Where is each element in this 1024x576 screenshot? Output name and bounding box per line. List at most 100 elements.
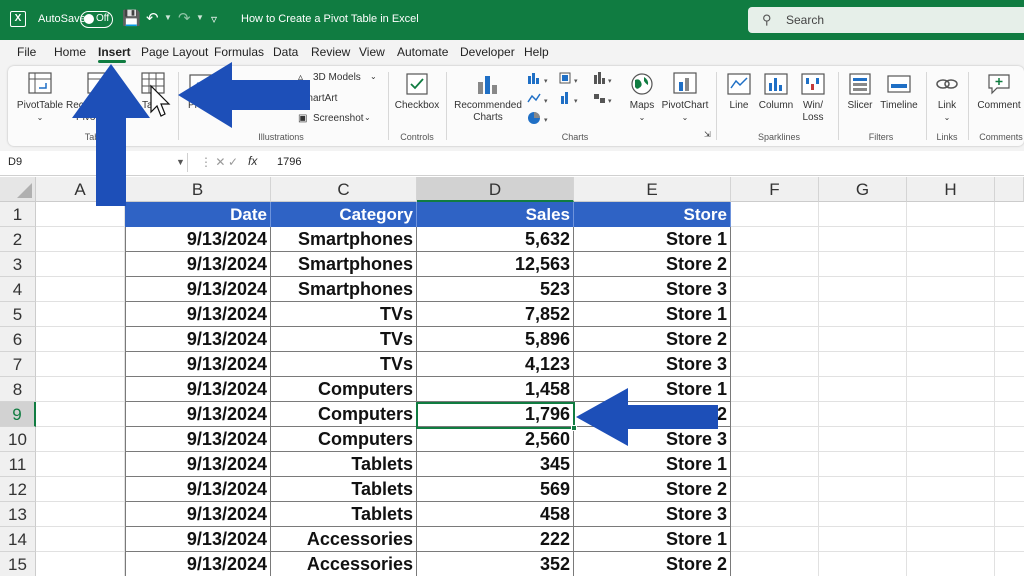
insert-function-button[interactable]: fx xyxy=(248,154,257,168)
table-cell-date[interactable]: 9/13/2024 xyxy=(125,427,271,452)
formula-input[interactable]: 1796 xyxy=(277,156,301,168)
table-cell-store[interactable]: Store 1 xyxy=(574,377,731,402)
table-cell-sales[interactable]: 2,560 xyxy=(417,427,574,452)
column-header-e[interactable]: E xyxy=(574,177,731,202)
table-cell-date[interactable]: 9/13/2024 xyxy=(125,527,271,552)
name-box[interactable]: D9 xyxy=(0,153,188,172)
name-box-dropdown-icon[interactable]: ▼ xyxy=(176,157,185,167)
table-cell-sales[interactable]: 1,796 xyxy=(417,402,574,427)
table-cell-category[interactable]: Accessories xyxy=(271,552,417,576)
table-cell-category[interactable]: Tablets xyxy=(271,477,417,502)
table-cell-category[interactable]: Computers xyxy=(271,377,417,402)
table-cell-category[interactable]: Smartphones xyxy=(271,252,417,277)
table-header-store[interactable]: Store xyxy=(574,202,731,227)
table-cell-sales[interactable]: 345 xyxy=(417,452,574,477)
table-cell-date[interactable]: 9/13/2024 xyxy=(125,252,271,277)
tab-file[interactable]: File xyxy=(17,45,36,59)
row-header-11[interactable]: 11 xyxy=(0,452,36,477)
row-header-1[interactable]: 1 xyxy=(0,202,36,227)
table-cell-sales[interactable]: 4,123 xyxy=(417,352,574,377)
select-all-button[interactable] xyxy=(0,177,36,202)
row-header-9[interactable]: 9 xyxy=(0,402,36,427)
row-header-4[interactable]: 4 xyxy=(0,277,36,302)
table-cell-date[interactable]: 9/13/2024 xyxy=(125,302,271,327)
table-cell-store[interactable]: Store 2 xyxy=(574,477,731,502)
table-cell-date[interactable]: 9/13/2024 xyxy=(125,477,271,502)
column-header-d[interactable]: D xyxy=(417,177,574,202)
row-header-12[interactable]: 12 xyxy=(0,477,36,502)
comment-button[interactable]: Comment xyxy=(974,72,1024,112)
tab-home[interactable]: Home xyxy=(54,45,86,59)
table-cell-sales[interactable]: 5,632 xyxy=(417,227,574,252)
table-cell-store[interactable]: Store 1 xyxy=(574,452,731,477)
table-cell-date[interactable]: 9/13/2024 xyxy=(125,227,271,252)
table-cell-date[interactable]: 9/13/2024 xyxy=(125,552,271,576)
table-cell-category[interactable]: Smartphones xyxy=(271,227,417,252)
sparkline-column-button[interactable]: Column xyxy=(758,72,794,112)
table-button[interactable]: Ta xyxy=(138,72,168,112)
column-header-g[interactable]: G xyxy=(819,177,907,202)
row-header-2[interactable]: 2 xyxy=(0,227,36,252)
table-cell-category[interactable]: Computers xyxy=(271,402,417,427)
checkbox-button[interactable]: Checkbox xyxy=(394,72,440,112)
formula-cancel-icon[interactable]: ⋮ ✕ xyxy=(200,155,225,169)
table-cell-store[interactable]: Store 2 xyxy=(574,252,731,277)
undo-dropdown-icon[interactable]: ▼ xyxy=(164,13,172,22)
tab-page-layout[interactable]: Page Layout xyxy=(141,45,208,59)
customize-toolbar-icon[interactable]: ▿ xyxy=(211,10,217,28)
table-cell-date[interactable]: 9/13/2024 xyxy=(125,377,271,402)
pivotchart-button[interactable]: PivotChart ⌄ xyxy=(660,72,710,124)
save-icon[interactable]: 💾 xyxy=(122,10,141,28)
smartart-button[interactable]: SmartArt xyxy=(298,93,337,104)
recommended-pivottables-button[interactable]: Rec Pivot xyxy=(66,72,111,124)
table-cell-category[interactable]: Tablets xyxy=(271,452,417,477)
table-cell-store[interactable]: Store 3 xyxy=(574,352,731,377)
slicer-button[interactable]: Slicer xyxy=(844,72,876,112)
link-button[interactable]: Link ⌄ xyxy=(932,72,962,124)
tab-automate[interactable]: Automate xyxy=(397,45,448,59)
table-cell-sales[interactable]: 1,458 xyxy=(417,377,574,402)
table-header-category[interactable]: Category xyxy=(271,202,417,227)
row-header-15[interactable]: 15 xyxy=(0,552,36,576)
table-header-date[interactable]: Date xyxy=(125,202,271,227)
column-header-h[interactable]: H xyxy=(907,177,995,202)
redo-dropdown-icon[interactable]: ▼ xyxy=(196,13,204,22)
table-cell-sales[interactable]: 12,563 xyxy=(417,252,574,277)
tab-formulas[interactable]: Formulas xyxy=(214,45,264,59)
screenshot-chevron-icon[interactable]: ⌄ xyxy=(364,113,371,122)
column-header-a[interactable]: A xyxy=(36,177,125,202)
pictures-button[interactable]: Pi xyxy=(188,72,214,112)
table-cell-category[interactable]: Tablets xyxy=(271,502,417,527)
table-cell-date[interactable]: 9/13/2024 xyxy=(125,277,271,302)
table-cell-sales[interactable]: 569 xyxy=(417,477,574,502)
table-cell-date[interactable]: 9/13/2024 xyxy=(125,402,271,427)
table-cell-category[interactable]: TVs xyxy=(271,302,417,327)
table-cell-sales[interactable]: 222 xyxy=(417,527,574,552)
redo-icon[interactable]: ↷ xyxy=(178,10,191,28)
maps-button[interactable]: Maps ⌄ xyxy=(624,72,660,124)
undo-icon[interactable]: ↶ xyxy=(146,10,159,28)
table-cell-date[interactable]: 9/13/2024 xyxy=(125,327,271,352)
fill-handle[interactable] xyxy=(571,425,577,431)
table-cell-store[interactable]: Store 2 xyxy=(574,552,731,576)
table-cell-category[interactable]: Computers xyxy=(271,427,417,452)
row-header-7[interactable]: 7 xyxy=(0,352,36,377)
table-cell-store[interactable]: Store 2 xyxy=(574,327,731,352)
row-header-6[interactable]: 6 xyxy=(0,327,36,352)
column-header-i[interactable] xyxy=(995,177,1024,202)
tab-view[interactable]: View xyxy=(359,45,385,59)
table-cell-store[interactable]: Store 1 xyxy=(574,527,731,552)
pivottable-button[interactable]: PivotTable ⌄ xyxy=(16,72,64,124)
timeline-button[interactable]: Timeline xyxy=(878,72,920,112)
sparkline-line-button[interactable]: Line xyxy=(724,72,754,112)
autosave-toggle[interactable]: Off xyxy=(80,11,113,28)
table-cell-date[interactable]: 9/13/2024 xyxy=(125,452,271,477)
table-cell-category[interactable]: Smartphones xyxy=(271,277,417,302)
tab-help[interactable]: Help xyxy=(524,45,549,59)
screenshot-button[interactable]: Screenshot xyxy=(313,113,364,124)
column-header-b[interactable]: B xyxy=(125,177,271,202)
row-header-5[interactable]: 5 xyxy=(0,302,36,327)
row-header-10[interactable]: 10 xyxy=(0,427,36,452)
row-header-13[interactable]: 13 xyxy=(0,502,36,527)
search-box[interactable]: ⚲ Search xyxy=(748,7,1024,33)
